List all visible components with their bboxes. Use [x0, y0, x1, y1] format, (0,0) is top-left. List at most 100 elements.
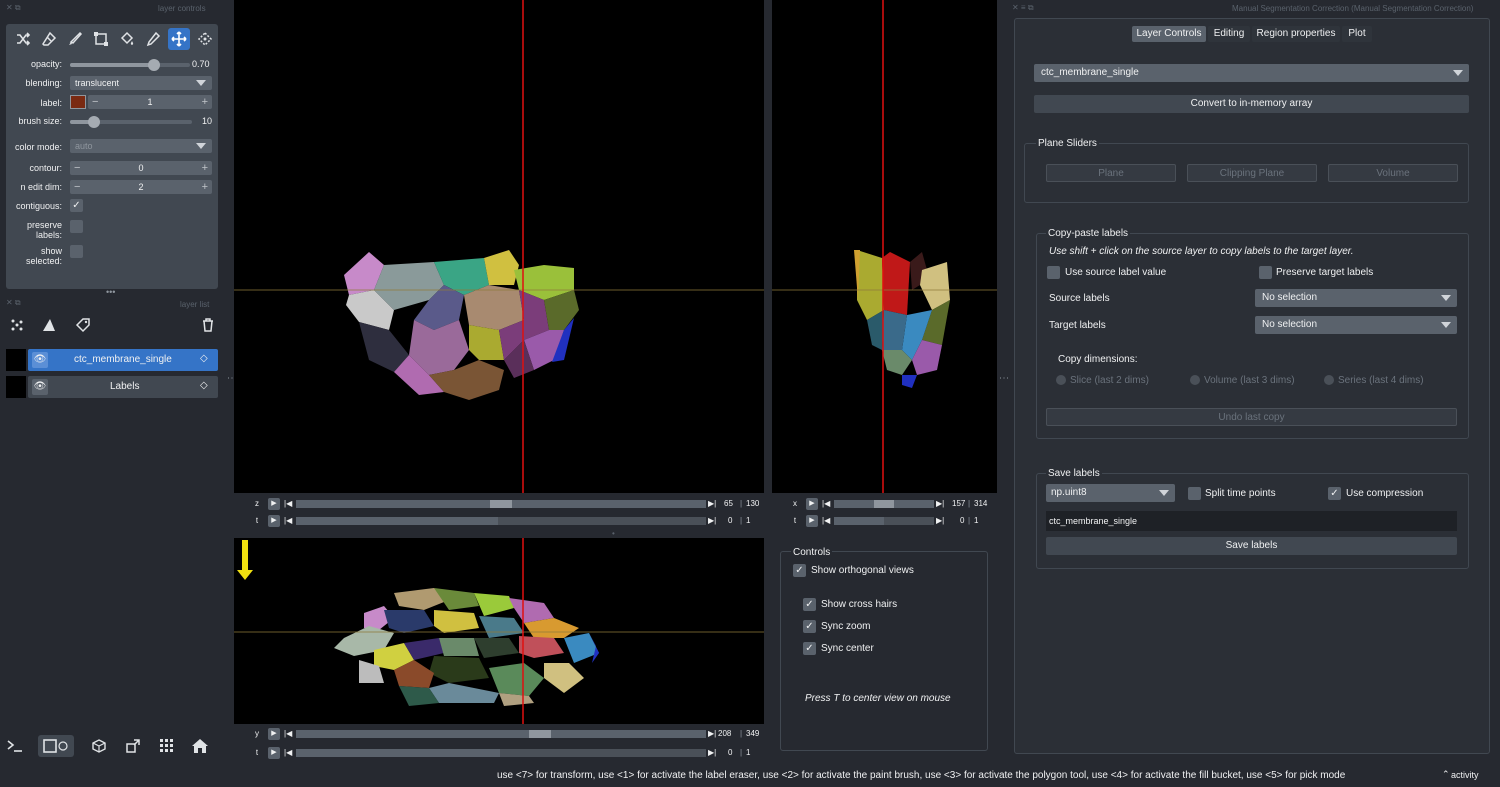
- series-radio[interactable]: [1324, 375, 1334, 385]
- split-time-label[interactable]: Split time points: [1205, 488, 1276, 499]
- ndisplay-icon[interactable]: [38, 735, 74, 757]
- shapes-icon[interactable]: [38, 314, 60, 336]
- grid-icon[interactable]: [156, 735, 178, 757]
- play-icon[interactable]: ▶: [268, 498, 280, 510]
- decrement-icon[interactable]: −: [74, 161, 80, 175]
- dim-track[interactable]: [296, 500, 706, 508]
- play-icon[interactable]: ▶: [806, 498, 818, 510]
- dim-thumb[interactable]: [490, 500, 512, 508]
- use-source-checkbox[interactable]: [1047, 266, 1060, 279]
- dim-track[interactable]: [834, 517, 934, 525]
- play-icon[interactable]: ▶: [806, 515, 818, 527]
- step-back-icon[interactable]: |◀: [284, 516, 292, 525]
- eye-icon[interactable]: 👁: [32, 379, 48, 395]
- convert-button[interactable]: Convert to in-memory array: [1034, 95, 1469, 113]
- show-ortho-checkbox[interactable]: ✓: [793, 564, 806, 577]
- layer-name[interactable]: ctc_membrane_single: [74, 354, 172, 365]
- split-time-checkbox[interactable]: [1188, 487, 1201, 500]
- points-icon[interactable]: [6, 314, 28, 336]
- filename-input[interactable]: ctc_membrane_single: [1046, 511, 1457, 531]
- dim-slider-t-side[interactable]: t ▶ |◀ ▶| 0 | 1: [788, 514, 997, 528]
- brush-size-slider[interactable]: [70, 116, 192, 128]
- step-forward-icon[interactable]: ▶|: [936, 516, 944, 525]
- preserve-target-label[interactable]: Preserve target labels: [1276, 267, 1373, 278]
- polygon-icon[interactable]: [90, 28, 112, 50]
- sync-center-checkbox[interactable]: ✓: [803, 642, 816, 655]
- dim-slider-z[interactable]: z ▶ |◀ ▶| 65 | 130: [250, 497, 764, 511]
- tab-layer-controls[interactable]: Layer Controls: [1132, 26, 1206, 42]
- label-color-swatch[interactable]: [70, 95, 86, 109]
- use-compression-label[interactable]: Use compression: [1346, 488, 1423, 499]
- step-back-icon[interactable]: |◀: [822, 499, 830, 508]
- play-icon[interactable]: ▶: [268, 728, 280, 740]
- step-forward-icon[interactable]: ▶|: [708, 516, 716, 525]
- step-back-icon[interactable]: |◀: [284, 748, 292, 757]
- slice-radio-label[interactable]: Slice (last 2 dims): [1070, 375, 1149, 386]
- roll-icon[interactable]: [88, 735, 110, 757]
- show-ortho-label[interactable]: Show orthogonal views: [811, 565, 914, 576]
- contour-spinbox[interactable]: − 0 +: [70, 161, 212, 175]
- layer-select[interactable]: ctc_membrane_single: [1034, 64, 1469, 82]
- tab-region-properties[interactable]: Region properties: [1252, 26, 1340, 42]
- tab-plot[interactable]: Plot: [1342, 26, 1372, 42]
- dim-slider-y[interactable]: y ▶ |◀ ▶| 208 | 349: [250, 727, 764, 741]
- brush-size-slider-handle[interactable]: [88, 116, 101, 128]
- dim-thumb[interactable]: [834, 517, 884, 525]
- dim-thumb[interactable]: [874, 500, 894, 508]
- dim-track[interactable]: [296, 517, 706, 525]
- preserve-target-checkbox[interactable]: [1259, 266, 1272, 279]
- sync-center-label[interactable]: Sync center: [821, 643, 874, 654]
- play-icon[interactable]: ▶: [268, 515, 280, 527]
- dock-float-icon[interactable]: ✕ ⧉: [6, 3, 21, 13]
- step-back-icon[interactable]: |◀: [822, 516, 830, 525]
- label-spinbox[interactable]: − 1 +: [88, 95, 212, 109]
- step-back-icon[interactable]: |◀: [284, 729, 292, 738]
- sync-zoom-label[interactable]: Sync zoom: [821, 621, 870, 632]
- slice-radio[interactable]: [1056, 375, 1066, 385]
- layer-name[interactable]: Labels: [110, 381, 139, 392]
- labels-icon[interactable]: [72, 314, 94, 336]
- opacity-slider[interactable]: [70, 59, 190, 71]
- volume-radio[interactable]: [1190, 375, 1200, 385]
- canvas-side-view[interactable]: [772, 0, 997, 493]
- color-mode-select[interactable]: auto: [70, 139, 212, 153]
- eraser-icon[interactable]: [38, 28, 60, 50]
- increment-icon[interactable]: +: [202, 161, 208, 175]
- use-compression-checkbox[interactable]: ✓: [1328, 487, 1341, 500]
- dim-thumb[interactable]: [296, 749, 500, 757]
- transform-icon[interactable]: [194, 28, 216, 50]
- step-forward-icon[interactable]: ▶|: [708, 499, 716, 508]
- canvas-main-view[interactable]: [234, 0, 764, 493]
- series-radio-label[interactable]: Series (last 4 dims): [1338, 375, 1424, 386]
- opacity-slider-handle[interactable]: [148, 59, 160, 71]
- canvas-bottom-view[interactable]: [234, 538, 764, 724]
- plane-button[interactable]: Plane: [1046, 164, 1176, 182]
- dim-thumb[interactable]: [296, 517, 498, 525]
- trash-icon[interactable]: [197, 314, 219, 336]
- decrement-icon[interactable]: −: [92, 95, 98, 109]
- dim-slider-x[interactable]: x ▶ |◀ ▶| 157 | 314: [788, 497, 997, 511]
- step-back-icon[interactable]: |◀: [284, 499, 292, 508]
- layer-row-labels[interactable]: 👁 Labels ◇: [28, 376, 218, 398]
- increment-icon[interactable]: +: [202, 95, 208, 109]
- play-icon[interactable]: ▶: [268, 747, 280, 759]
- eye-icon[interactable]: 👁: [32, 352, 48, 368]
- use-source-label[interactable]: Use source label value: [1065, 267, 1166, 278]
- blending-select[interactable]: translucent: [70, 76, 212, 90]
- tab-editing[interactable]: Editing: [1208, 26, 1250, 42]
- dim-track[interactable]: [834, 500, 934, 508]
- dock-float-icon[interactable]: ✕ ≡ ⧉: [1012, 3, 1034, 13]
- target-labels-select[interactable]: No selection: [1255, 316, 1457, 334]
- dim-slider-t[interactable]: t ▶ |◀ ▶| 0 | 1: [250, 514, 764, 528]
- brush-icon[interactable]: [64, 28, 86, 50]
- dim-track[interactable]: [296, 730, 706, 738]
- undo-copy-button[interactable]: Undo last copy: [1046, 408, 1457, 426]
- step-forward-icon[interactable]: ▶|: [708, 729, 716, 738]
- activity-button[interactable]: activity: [1451, 770, 1479, 780]
- home-icon[interactable]: [189, 735, 211, 757]
- chevron-up-icon[interactable]: ⌃: [1442, 769, 1450, 780]
- n-edit-dim-spinbox[interactable]: − 2 +: [70, 180, 212, 194]
- clipping-plane-button[interactable]: Clipping Plane: [1187, 164, 1317, 182]
- preserve-labels-checkbox[interactable]: [70, 220, 83, 233]
- show-selected-checkbox[interactable]: [70, 245, 83, 258]
